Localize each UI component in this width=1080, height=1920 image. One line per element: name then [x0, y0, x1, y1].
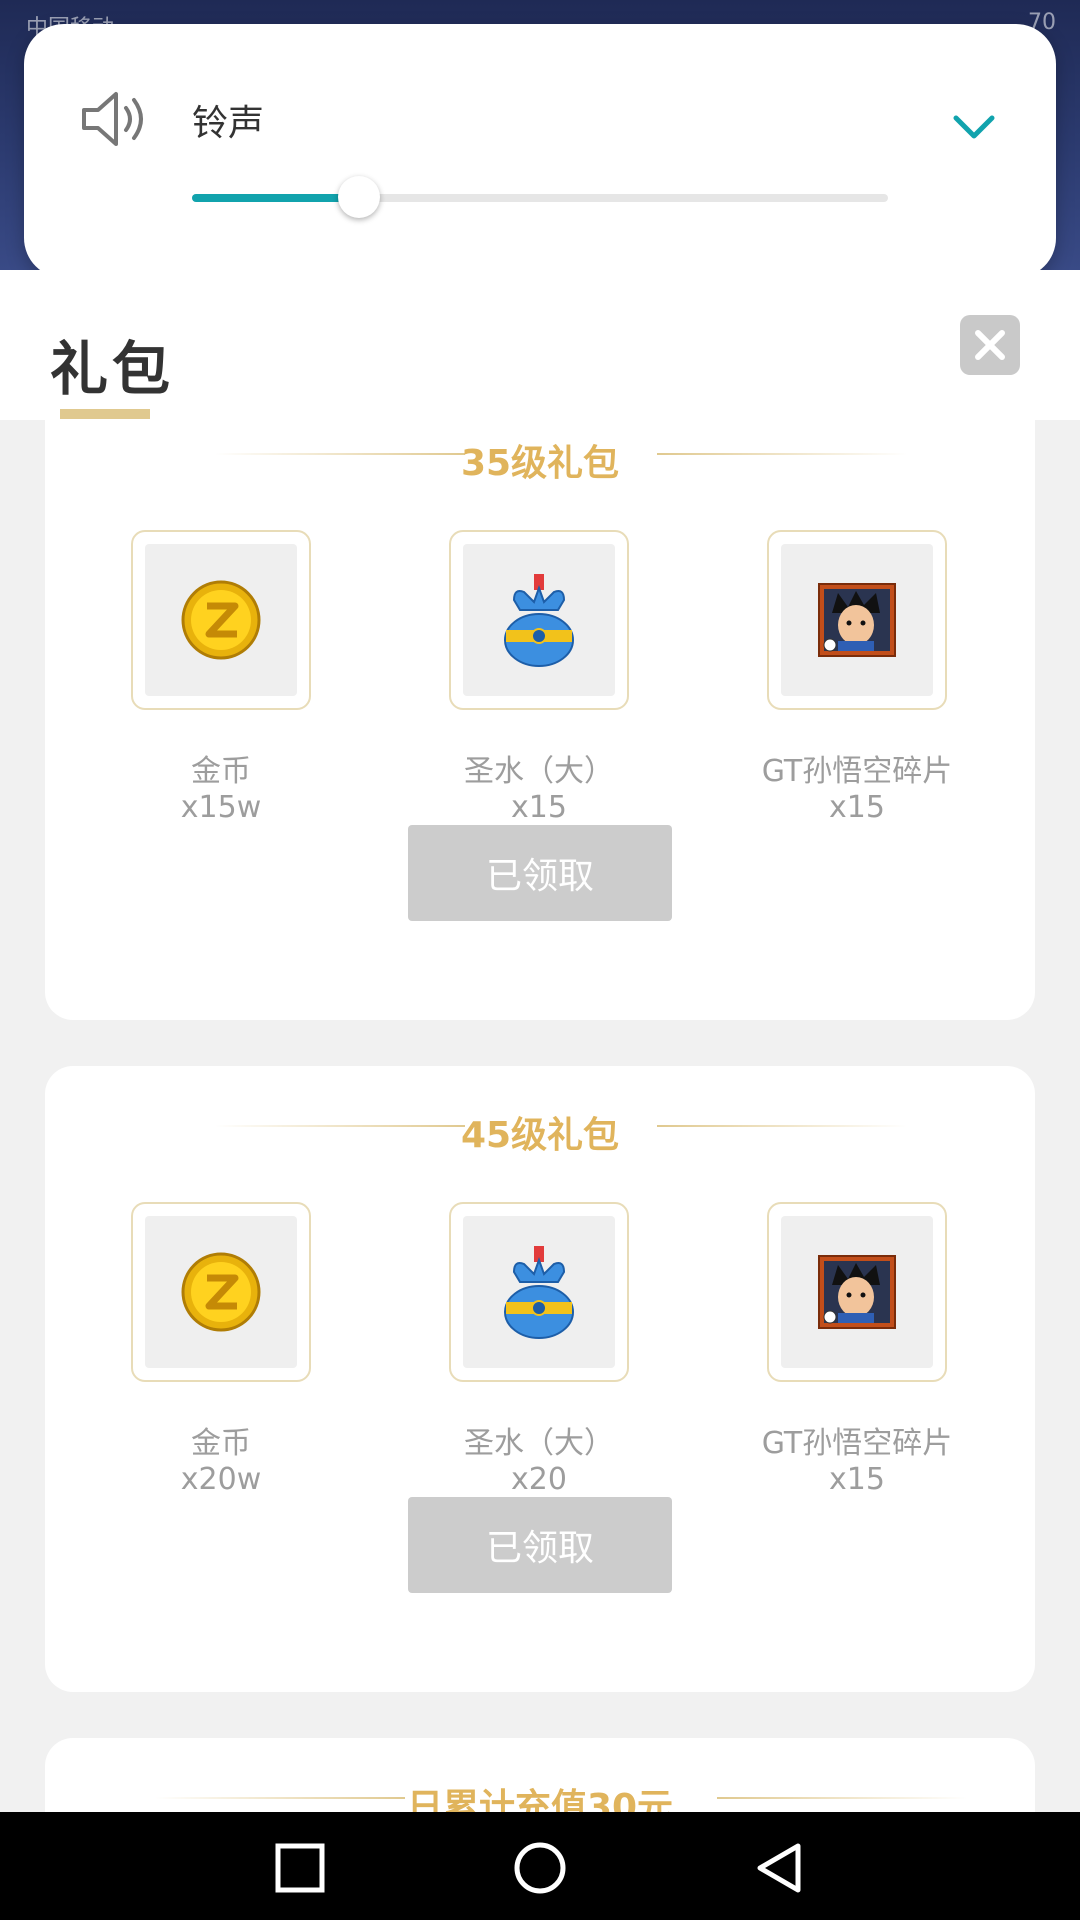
close-icon	[975, 330, 1005, 360]
claim-button[interactable]: 已领取	[408, 825, 672, 921]
system-nav-bar	[0, 1812, 1080, 1920]
card-header: 日累计充值30元	[45, 1768, 1035, 1812]
reward-name: 圣水（大）	[464, 754, 614, 789]
gold-coin-icon	[181, 580, 261, 660]
pack-title: 35级礼包	[460, 443, 620, 484]
slider-thumb[interactable]	[338, 176, 381, 218]
slider-fill	[192, 194, 360, 202]
volume-label: 铃声	[192, 103, 265, 144]
reward-icon-frame	[767, 1202, 947, 1382]
goku-portrait-icon	[818, 583, 896, 657]
reward-item: 金币 x15w	[131, 530, 311, 825]
reward-item: GT孙悟空碎片 x15	[762, 1202, 952, 1497]
chevron-down-icon[interactable]	[950, 108, 998, 144]
gift-header: 礼包	[0, 270, 1080, 420]
holy-water-icon	[504, 574, 574, 667]
close-button[interactable]	[960, 315, 1020, 375]
reward-item: GT孙悟空碎片 x15	[762, 530, 952, 825]
card-header: 35级礼包	[45, 424, 1035, 484]
reward-quantity: x15w	[180, 790, 262, 825]
gift-pack-card: 45级礼包 金币 x20w 圣水（大） x20 GT孙悟空碎片 x15 已领取	[45, 1066, 1035, 1692]
title-underline	[60, 409, 150, 419]
volume-panel: 铃声	[24, 24, 1056, 278]
reward-name: 金币	[191, 754, 251, 789]
card-header: 45级礼包	[45, 1096, 1035, 1156]
square-recent-icon[interactable]	[272, 1840, 328, 1896]
goku-portrait-icon	[818, 1255, 896, 1329]
speaker-icon[interactable]	[78, 88, 154, 150]
reward-quantity: x15	[829, 1462, 885, 1497]
reward-quantity: x20	[511, 1462, 567, 1497]
gift-list[interactable]: 35级礼包 金币 x15w 圣水（大） x15 GT孙悟空碎片 x15 已领取 …	[0, 420, 1080, 1812]
reward-icon-frame	[449, 530, 629, 710]
page-title: 礼包	[50, 335, 175, 403]
holy-water-icon	[504, 1246, 574, 1339]
pack-title: 日累计充值30元	[406, 1787, 674, 1812]
reward-quantity: x15	[511, 790, 567, 825]
reward-icon-frame	[767, 530, 947, 710]
reward-item: 金币 x20w	[131, 1202, 311, 1497]
circle-home-icon[interactable]	[512, 1840, 568, 1896]
reward-icon-frame	[449, 1202, 629, 1382]
reward-name: GT孙悟空碎片	[761, 754, 953, 789]
reward-name: 金币	[191, 1426, 251, 1461]
pack-title: 45级礼包	[460, 1115, 620, 1156]
reward-quantity: x20w	[180, 1462, 262, 1497]
volume-slider[interactable]	[192, 176, 888, 220]
reward-quantity: x15	[829, 790, 885, 825]
claim-button[interactable]: 已领取	[408, 1497, 672, 1593]
reward-icon-frame	[131, 530, 311, 710]
reward-item: 圣水（大） x15	[449, 530, 629, 825]
reward-icon-frame	[131, 1202, 311, 1382]
gold-coin-icon	[181, 1252, 261, 1332]
reward-name: GT孙悟空碎片	[761, 1426, 953, 1461]
triangle-back-icon[interactable]	[752, 1840, 808, 1896]
gift-pack-card: 日累计充值30元	[45, 1738, 1035, 1812]
reward-name: 圣水（大）	[464, 1426, 614, 1461]
reward-item: 圣水（大） x20	[449, 1202, 629, 1497]
gift-pack-card: 35级礼包 金币 x15w 圣水（大） x15 GT孙悟空碎片 x15 已领取	[45, 420, 1035, 1020]
